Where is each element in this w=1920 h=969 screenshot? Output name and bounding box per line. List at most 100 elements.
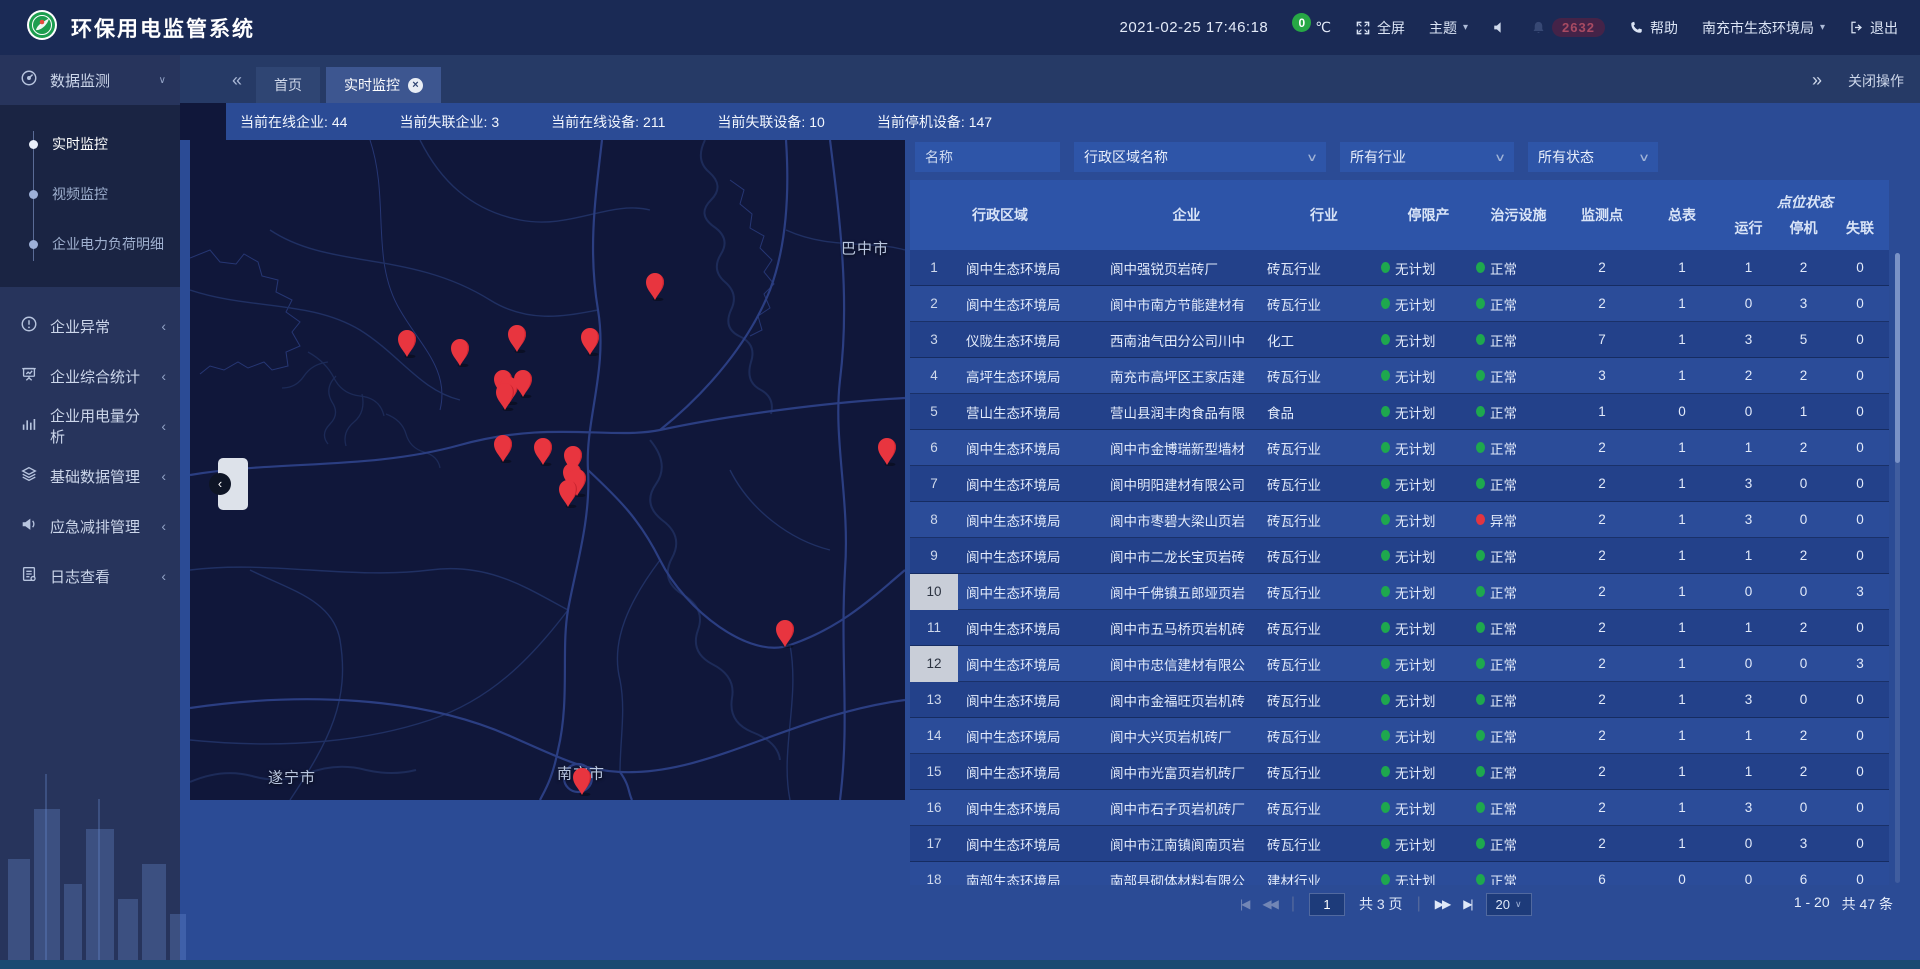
tab-home[interactable]: 首页	[256, 67, 320, 103]
sidebar-item-enterprise-stats[interactable]: 企业综合统计 ‹	[0, 351, 180, 401]
map-panel[interactable]: 巴中市南充市遂宁市 ‹	[190, 140, 905, 800]
status-dot-green	[1381, 442, 1390, 453]
org-menu-button[interactable]: 南充市生态环境局 ▾	[1702, 18, 1825, 38]
sidebar-item-base-data[interactable]: 基础数据管理 ‹	[0, 451, 180, 501]
row-number: 15	[910, 754, 958, 790]
close-icon[interactable]: ×	[408, 78, 423, 93]
tabs-scroll-left-icon[interactable]: «	[232, 70, 242, 91]
map-pin[interactable]	[578, 326, 602, 356]
cell-monitor-count: 3	[1561, 368, 1643, 383]
name-input[interactable]	[925, 149, 1050, 165]
cell-region: 阆中生态环境局	[958, 726, 1108, 746]
cell-meter-count: 1	[1643, 800, 1721, 815]
sidebar-item-emergency[interactable]: 应急减排管理 ‹	[0, 501, 180, 551]
prev-page-icon[interactable]: ◀◀	[1262, 897, 1276, 911]
sidebar-item-realtime-monitor[interactable]: 实时监控	[0, 119, 180, 169]
table-row[interactable]: 10阆中生态环境局阆中千佛镇五郎垭页岩砖瓦行业无计划正常21003	[910, 574, 1889, 610]
table-row[interactable]: 6阆中生态环境局阆中市金博瑞新型墙材砖瓦行业无计划正常21120	[910, 430, 1889, 466]
row-number: 5	[910, 394, 958, 430]
table-row[interactable]: 11阆中生态环境局阆中市五马桥页岩机砖砖瓦行业无计划正常21120	[910, 610, 1889, 646]
table-row[interactable]: 2阆中生态环境局阆中市南方节能建材有砖瓦行业无计划正常21030	[910, 286, 1889, 322]
chevron-collapsed-icon: ‹	[161, 418, 166, 434]
fullscreen-button[interactable]: 全屏	[1355, 18, 1405, 38]
cell-meter-count: 1	[1643, 440, 1721, 455]
cell-industry: 砖瓦行业	[1263, 546, 1381, 566]
cell-monitor-count: 2	[1561, 512, 1643, 527]
table-row[interactable]: 8阆中生态环境局阆中市枣碧大梁山页岩砖瓦行业无计划异常21300	[910, 502, 1889, 538]
sidebar-item-logs[interactable]: 日志查看 ‹	[0, 551, 180, 601]
table-row[interactable]: 15阆中生态环境局阆中市光富页岩机砖厂砖瓦行业无计划正常21120	[910, 754, 1889, 790]
sidebar-item-power-analysis[interactable]: 企业用电量分析 ‹	[0, 401, 180, 451]
map-pin[interactable]	[395, 328, 419, 358]
table-scrollbar[interactable]	[1895, 253, 1900, 883]
cell-meter-count: 0	[1643, 404, 1721, 419]
col-plan: 停限产	[1381, 180, 1476, 250]
caret-down-icon: ▾	[1463, 22, 1468, 33]
row-number: 8	[910, 502, 958, 538]
cell-plan: 无计划	[1381, 402, 1476, 422]
cell-run-count: 1	[1721, 620, 1776, 635]
table-row[interactable]: 5营山生态环境局营山县润丰肉食品有限食品无计划正常10010	[910, 394, 1889, 430]
mute-button[interactable]	[1492, 20, 1507, 35]
industry-filter-select[interactable]: 所有行业 ∨	[1340, 142, 1514, 172]
table-row[interactable]: 7阆中生态环境局阆中明阳建材有限公司砖瓦行业无计划正常21300	[910, 466, 1889, 502]
page-size-select[interactable]: 20 ∨	[1486, 893, 1532, 916]
table-row[interactable]: 3仪陇生态环境局西南油气田分公司川中化工无计划正常71350	[910, 322, 1889, 358]
table-row[interactable]: 17阆中生态环境局阆中市江南镇阆南页岩砖瓦行业无计划正常21030	[910, 826, 1889, 862]
cell-monitor-count: 2	[1561, 764, 1643, 779]
map-pin[interactable]	[556, 478, 580, 508]
map-pin[interactable]	[511, 368, 535, 398]
status-dot-green	[1381, 658, 1390, 669]
cell-facility: 正常	[1476, 294, 1561, 314]
sidebar-item-power-load-detail[interactable]: 企业电力负荷明细	[0, 219, 180, 269]
cell-monitor-count: 6	[1561, 872, 1643, 885]
map-collapse-handle[interactable]: ‹	[218, 458, 248, 510]
table-row[interactable]: 1阆中生态环境局阆中强锐页岩砖厂砖瓦行业无计划正常21120	[910, 250, 1889, 286]
table-row[interactable]: 13阆中生态环境局阆中市金福旺页岩机砖砖瓦行业无计划正常21300	[910, 682, 1889, 718]
status-dot-green	[1476, 730, 1485, 741]
region-filter-select[interactable]: 行政区域名称 ∨	[1074, 142, 1326, 172]
map-pin[interactable]	[531, 436, 555, 466]
map-pin[interactable]	[773, 618, 797, 648]
theme-menu-button[interactable]: 主题 ▾	[1429, 18, 1468, 38]
table-row[interactable]: 4高坪生态环境局南充市高坪区王家店建砖瓦行业无计划正常31220	[910, 358, 1889, 394]
logout-icon	[1849, 20, 1864, 35]
cell-run-count: 0	[1721, 872, 1776, 885]
cell-stop-count: 0	[1776, 692, 1831, 707]
first-page-icon[interactable]: |◀	[1240, 897, 1248, 911]
brand: 环保用电监管系统	[0, 9, 255, 46]
table-row[interactable]: 18南部生态环境局南部县砌体材料有限公建材行业无计划正常60060	[910, 862, 1889, 885]
app-logo-icon	[26, 9, 58, 46]
cell-stop-count: 1	[1776, 404, 1831, 419]
map-pin[interactable]	[570, 766, 594, 796]
cell-region: 阆中生态环境局	[958, 294, 1108, 314]
table-row[interactable]: 16阆中生态环境局阆中市石子页岩机砖厂砖瓦行业无计划正常21300	[910, 790, 1889, 826]
tab-realtime-monitor[interactable]: 实时监控 ×	[326, 67, 441, 103]
status-dot-green	[1476, 442, 1485, 453]
table-row[interactable]: 14阆中生态环境局阆中大兴页岩机砖厂砖瓦行业无计划正常21120	[910, 718, 1889, 754]
sidebar-item-enterprise-abnormal[interactable]: 企业异常 ‹	[0, 301, 180, 351]
cell-run-count: 1	[1721, 548, 1776, 563]
sidebar-item-data-monitor[interactable]: 数据监测 ∨	[0, 55, 180, 105]
status-filter-select[interactable]: 所有状态 ∨	[1528, 142, 1658, 172]
next-page-icon[interactable]: ▶▶	[1435, 897, 1449, 911]
help-button[interactable]: 帮助	[1629, 18, 1678, 38]
name-filter-input[interactable]	[915, 142, 1060, 172]
map-pin[interactable]	[875, 436, 899, 466]
map-pin[interactable]	[448, 337, 472, 367]
table-row[interactable]: 9阆中生态环境局阆中市二龙长宝页岩砖砖瓦行业无计划正常21120	[910, 538, 1889, 574]
last-page-icon[interactable]: ▶|	[1463, 897, 1471, 911]
map-pin[interactable]	[491, 433, 515, 463]
status-dot-green	[1381, 766, 1390, 777]
logout-button[interactable]: 退出	[1849, 18, 1898, 38]
page-number-input[interactable]	[1309, 893, 1345, 916]
map-pin[interactable]	[643, 271, 667, 301]
bottom-strip-decoration	[0, 960, 1920, 969]
row-number: 10	[910, 574, 958, 610]
tabs-scroll-right-icon[interactable]: »	[1812, 70, 1822, 91]
sidebar-item-video-monitor[interactable]: 视频监控	[0, 169, 180, 219]
notifications-button[interactable]: 2632	[1531, 18, 1605, 37]
map-pin[interactable]	[505, 323, 529, 353]
table-row[interactable]: 12阆中生态环境局阆中市忠信建材有限公砖瓦行业无计划正常21003	[910, 646, 1889, 682]
close-operations-button[interactable]: 关闭操作	[1848, 71, 1904, 91]
